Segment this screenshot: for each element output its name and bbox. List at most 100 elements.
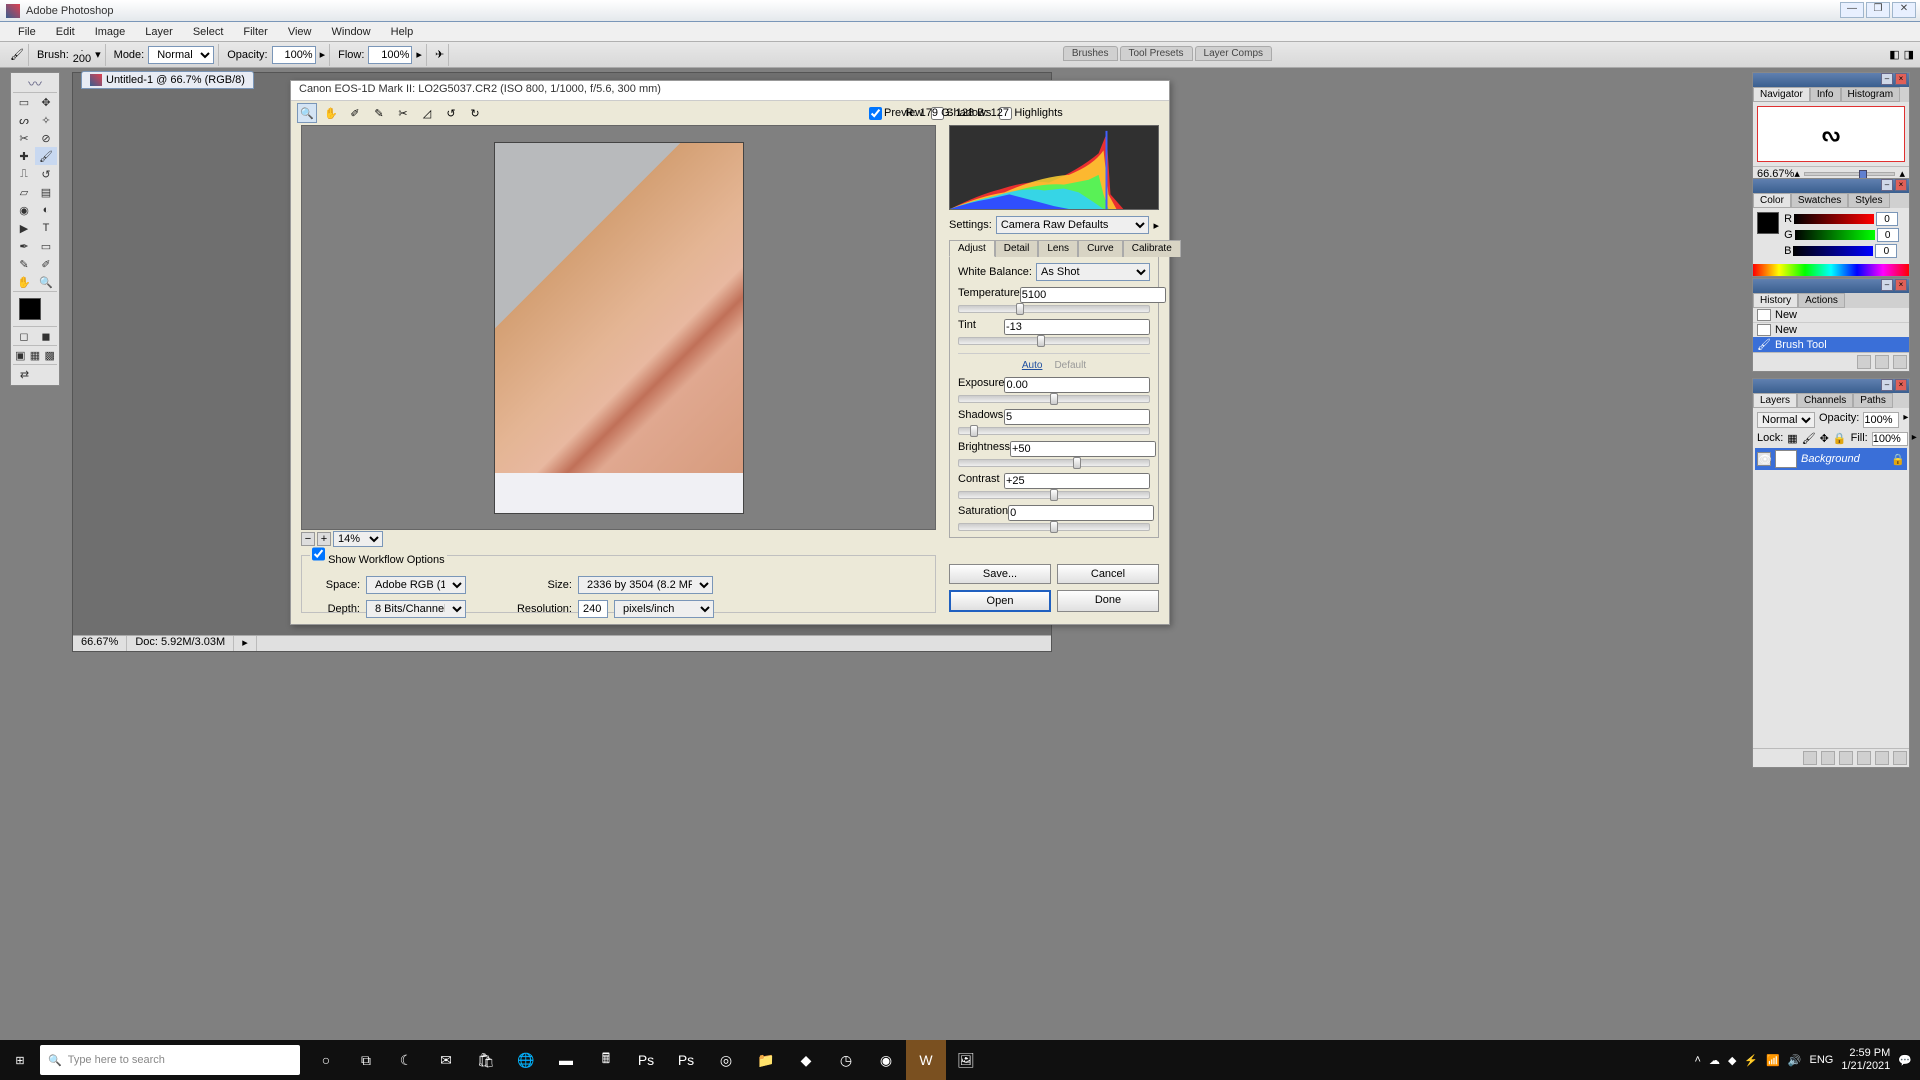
cr-show-workflow-checkbox[interactable] <box>312 545 325 563</box>
cr-zoom-out[interactable]: − <box>301 532 315 546</box>
menu-help[interactable]: Help <box>381 24 424 39</box>
cr-tab-curve[interactable]: Curve <box>1078 240 1123 257</box>
pen-tool[interactable]: ✒ <box>13 237 35 255</box>
image-icon[interactable]: 🖼 <box>946 1040 986 1080</box>
panel-close-icon[interactable]: × <box>1895 179 1907 191</box>
brush-tool[interactable]: 🖌 <box>35 147 57 165</box>
layer-name[interactable]: Background <box>1801 453 1860 465</box>
screen-full-icon[interactable]: ▦ <box>28 346 43 364</box>
lock-pixels-icon[interactable]: ▦ <box>1787 432 1797 446</box>
layer-adj-icon[interactable] <box>1857 751 1871 765</box>
cr-brightness-slider[interactable] <box>958 459 1150 467</box>
eraser-tool[interactable]: ▱ <box>13 183 35 201</box>
nav-tab-navigator[interactable]: Navigator <box>1753 87 1810 102</box>
slice-tool[interactable]: ⊘ <box>35 129 57 147</box>
gradient-tool[interactable]: ▤ <box>35 183 57 201</box>
hist-tab-actions[interactable]: Actions <box>1798 293 1845 308</box>
nav-tab-histogram[interactable]: Histogram <box>1841 87 1901 102</box>
foreground-color[interactable] <box>19 298 41 320</box>
cr-exposure-input[interactable] <box>1004 377 1150 393</box>
layers-fill-input[interactable] <box>1872 432 1908 446</box>
cr-size-select[interactable]: 2336 by 3504 (8.2 MP) <box>578 576 713 594</box>
cr-shadows-input[interactable] <box>1004 409 1150 425</box>
flow-arrow-icon[interactable]: ▸ <box>416 48 422 61</box>
cr-tint-slider[interactable] <box>958 337 1150 345</box>
move-tool[interactable]: ✥ <box>35 93 57 111</box>
color-tab-color[interactable]: Color <box>1753 193 1791 208</box>
layer-new-icon[interactable] <box>1875 751 1889 765</box>
doc-zoom[interactable]: 66.67% <box>73 636 127 651</box>
panel-min-icon[interactable]: – <box>1881 73 1893 85</box>
wand-tool[interactable]: ✧ <box>35 111 57 129</box>
app-icon[interactable]: ◆ <box>786 1040 826 1080</box>
nav-zoom-slider[interactable] <box>1804 172 1896 176</box>
cr-wb-select[interactable]: As Shot <box>1036 263 1150 281</box>
menu-edit[interactable]: Edit <box>46 24 85 39</box>
opacity-input[interactable] <box>272 46 316 64</box>
cr-saturation-slider[interactable] <box>958 523 1150 531</box>
brush-tool-icon[interactable]: 🖌 <box>10 48 24 61</box>
layer-trash-icon[interactable] <box>1893 751 1907 765</box>
type-tool[interactable]: T <box>35 219 57 237</box>
tray-onedrive-icon[interactable]: ☁ <box>1709 1054 1720 1067</box>
layers-tab-paths[interactable]: Paths <box>1853 393 1893 408</box>
hist-tab-history[interactable]: History <box>1753 293 1798 308</box>
tab-layer-comps[interactable]: Layer Comps <box>1195 46 1272 61</box>
cr-res-input[interactable] <box>578 600 608 618</box>
shape-tool[interactable]: ▭ <box>35 237 57 255</box>
menu-image[interactable]: Image <box>85 24 136 39</box>
edge-icon[interactable]: 🌐 <box>506 1040 546 1080</box>
cr-tab-adjust[interactable]: Adjust <box>949 240 995 257</box>
imageready-icon[interactable]: ⇄ <box>13 365 36 383</box>
terminal-icon[interactable]: ▬ <box>546 1040 586 1080</box>
airbrush-icon[interactable]: ✈ <box>435 48 444 61</box>
brush-preset[interactable]: ·200 <box>73 46 91 64</box>
restore-button[interactable]: ❐ <box>1866 2 1890 18</box>
cr-preview-area[interactable] <box>301 125 936 530</box>
layers-tab-channels[interactable]: Channels <box>1797 393 1853 408</box>
cr-depth-select[interactable]: 8 Bits/Channel <box>366 600 466 618</box>
cr-space-select[interactable]: Adobe RGB (1998) <box>366 576 466 594</box>
menu-select[interactable]: Select <box>183 24 234 39</box>
mail-icon[interactable]: ✉ <box>426 1040 466 1080</box>
cr-cancel-button[interactable]: Cancel <box>1057 564 1159 584</box>
color-g-slider[interactable] <box>1795 230 1875 240</box>
chrome-icon[interactable]: ◎ <box>706 1040 746 1080</box>
ps-icon[interactable]: Ps <box>626 1040 666 1080</box>
color-r-slider[interactable] <box>1794 214 1874 224</box>
flow-input[interactable] <box>368 46 412 64</box>
history-snapshot[interactable]: New <box>1753 308 1909 322</box>
layer-set-icon[interactable] <box>1839 751 1853 765</box>
cr-save-button[interactable]: Save... <box>949 564 1051 584</box>
cr-settings-select[interactable]: Camera Raw Defaults <box>996 216 1150 234</box>
lock-all-icon[interactable]: 🔒 <box>1833 432 1847 446</box>
zoom-tool[interactable]: 🔍 <box>35 273 57 291</box>
tray-wifi-icon[interactable]: 📶 <box>1766 1054 1780 1067</box>
history-item[interactable]: 🖌Brush Tool <box>1753 337 1909 352</box>
taskview-icon[interactable]: ⧉ <box>346 1040 386 1080</box>
weather-icon[interactable]: ☾ <box>386 1040 426 1080</box>
cr-temp-input[interactable] <box>1020 287 1166 303</box>
hist-new-doc-icon[interactable] <box>1857 355 1871 369</box>
layer-fx-icon[interactable] <box>1803 751 1817 765</box>
navigator-thumbnail[interactable]: ᔓ <box>1757 106 1905 162</box>
taskbar-clock[interactable]: 2:59 PM1/21/2021 <box>1841 1047 1890 1073</box>
cortana-icon[interactable]: ○ <box>306 1040 346 1080</box>
color-b-input[interactable] <box>1875 244 1897 258</box>
screen-menu-icon[interactable]: ▩ <box>42 346 57 364</box>
explorer-icon[interactable]: 📁 <box>746 1040 786 1080</box>
cr-done-button[interactable]: Done <box>1057 590 1159 612</box>
cr-tint-input[interactable] <box>1004 319 1150 335</box>
cr-settings-menu-icon[interactable]: ▸ <box>1153 219 1159 232</box>
dodge-tool[interactable]: ◐ <box>35 201 57 219</box>
stamp-tool[interactable]: ⎍ <box>13 165 35 183</box>
cr-tab-calibrate[interactable]: Calibrate <box>1123 240 1181 257</box>
color-tab-swatches[interactable]: Swatches <box>1791 193 1848 208</box>
panel-close-icon[interactable]: × <box>1895 73 1907 85</box>
path-tool[interactable]: ▶ <box>13 219 35 237</box>
cr-sampler-tool[interactable]: ✎ <box>369 103 389 123</box>
crop-tool[interactable]: ✂ <box>13 129 35 147</box>
layers-opacity-input[interactable] <box>1863 412 1899 428</box>
cr-wb-tool[interactable]: ✐ <box>345 103 365 123</box>
lock-brush-icon[interactable]: 🖌 <box>1802 432 1816 446</box>
